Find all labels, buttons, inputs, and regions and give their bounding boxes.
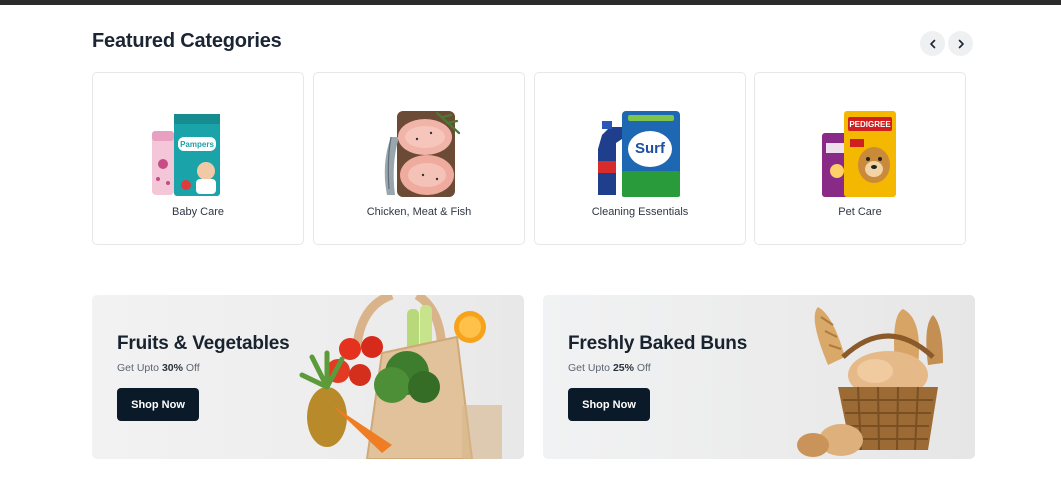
banner-discount: 30% — [161, 362, 183, 374]
chicken-meat-image — [384, 111, 461, 197]
svg-text:PEDIGREE: PEDIGREE — [849, 120, 891, 129]
svg-text:Surf: Surf — [635, 140, 666, 157]
banner-title: Freshly Baked Buns — [568, 333, 748, 354]
category-card-cleaning-essentials[interactable]: Surf Cleaning Essentials — [534, 72, 746, 245]
grocery-bag-image — [299, 295, 502, 459]
banner-subtitle-prefix: Get Upto — [568, 362, 613, 374]
svg-text:Pampers: Pampers — [180, 140, 214, 149]
category-label: Pet Care — [838, 206, 882, 218]
promo-banner-baked-buns[interactable]: Freshly Baked Buns Get Upto 25% Off Shop… — [543, 295, 975, 459]
category-label: Baby Care — [172, 206, 224, 218]
top-bar — [0, 0, 1061, 5]
promo-banner-fruits-vegetables[interactable]: Fruits & Vegetables Get Upto 30% Off Sho… — [92, 295, 524, 459]
carousel-next-button[interactable] — [948, 31, 973, 56]
chevron-right-icon — [958, 39, 964, 48]
banner-subtitle-suffix: Off — [633, 362, 651, 374]
shop-now-button[interactable]: Shop Now — [117, 388, 199, 421]
category-label: Cleaning Essentials — [591, 206, 689, 218]
banner-discount: 25% — [612, 362, 634, 374]
detergent-image: Surf — [598, 111, 680, 197]
category-card-chicken-meat-fish[interactable]: Chicken, Meat & Fish — [313, 72, 525, 245]
banner-title: Fruits & Vegetables — [117, 333, 290, 354]
banner-subtitle: Get Upto 25% Off — [568, 362, 651, 374]
diapers-image: Pampers — [152, 114, 220, 196]
banner-subtitle: Get Upto 30% Off — [117, 362, 200, 374]
shop-now-button[interactable]: Shop Now — [568, 388, 650, 421]
category-card-baby-care[interactable]: Pampers Baby Care — [92, 72, 304, 245]
section-title: Featured Categories — [92, 30, 282, 52]
category-card-pet-care[interactable]: PEDIGREE Pet Care — [754, 72, 966, 245]
carousel-prev-button[interactable] — [920, 31, 945, 56]
banner-subtitle-prefix: Get Upto — [117, 362, 162, 374]
pet-food-image: PEDIGREE — [822, 111, 896, 197]
chevron-left-icon — [929, 39, 935, 48]
banner-subtitle-suffix: Off — [182, 362, 200, 374]
category-label: Chicken, Meat & Fish — [366, 206, 472, 218]
bread-basket-image — [797, 307, 943, 457]
